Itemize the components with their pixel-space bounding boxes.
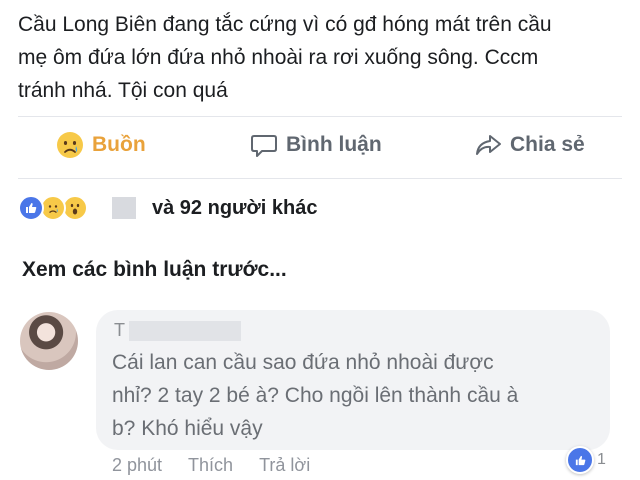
comment-like-badge[interactable]: 1 [566, 446, 606, 474]
reaction-button[interactable]: Buồn [56, 128, 146, 162]
avatar[interactable] [20, 312, 78, 370]
post-text-line: tránh nhá. Tội con quá [18, 79, 228, 102]
comment-text: Cái lan can cầu sao đứa nhỏ nhoài được n… [112, 346, 592, 445]
comment-author-initial: T [114, 320, 125, 340]
reaction-button-label: Buồn [92, 133, 146, 156]
post-text: Cầu Long Biên đang tắc cứng vì có gđ hón… [18, 8, 618, 107]
comment-text-line: Cái lan can cầu sao đứa nhỏ nhoài được [112, 351, 494, 374]
share-button[interactable]: Chia sẻ [474, 128, 585, 162]
reaction-count-text: và 92 người khác [152, 196, 318, 219]
reactions-summary[interactable]: và 92 người khác [18, 193, 317, 223]
share-icon [476, 135, 501, 155]
comment-like-link[interactable]: Thích [188, 455, 233, 476]
comment-icon [251, 135, 277, 157]
like-icon [566, 446, 594, 474]
redacted-name [129, 320, 241, 341]
comment-timestamp[interactable]: 2 phút [112, 455, 162, 476]
comment-like-count: 1 [597, 451, 606, 468]
comment-button-label: Bình luận [286, 133, 382, 156]
sad-reaction-icon [57, 132, 83, 158]
post-text-line: Cầu Long Biên đang tắc cứng vì có gđ hón… [18, 13, 552, 36]
post-action-bar: Buồn Bình luận Chia sẻ [18, 128, 622, 162]
comment-bubble: T Cái lan can cầu sao đứa nhỏ nhoài được… [96, 310, 610, 450]
like-icon [18, 195, 44, 221]
comment-meta: 2 phút Thích Trả lời [112, 455, 336, 476]
comment-text-line: b? Khó hiểu vậy [112, 417, 263, 440]
comment-reply-link[interactable]: Trả lời [259, 455, 310, 476]
share-button-label: Chia sẻ [510, 133, 585, 156]
redacted-name [112, 197, 136, 219]
post-text-line: mẹ ôm đứa lớn đứa nhỏ nhoài ra rơi xuống… [18, 46, 539, 69]
comment-author[interactable]: T [114, 320, 241, 341]
comment-button[interactable]: Bình luận [250, 128, 382, 162]
divider [18, 116, 622, 117]
view-previous-comments-link[interactable]: Xem các bình luận trước... [22, 258, 287, 282]
divider [18, 178, 622, 179]
comment-text-line: nhỉ? 2 tay 2 bé à? Cho ngồi lên thành cầ… [112, 384, 519, 407]
